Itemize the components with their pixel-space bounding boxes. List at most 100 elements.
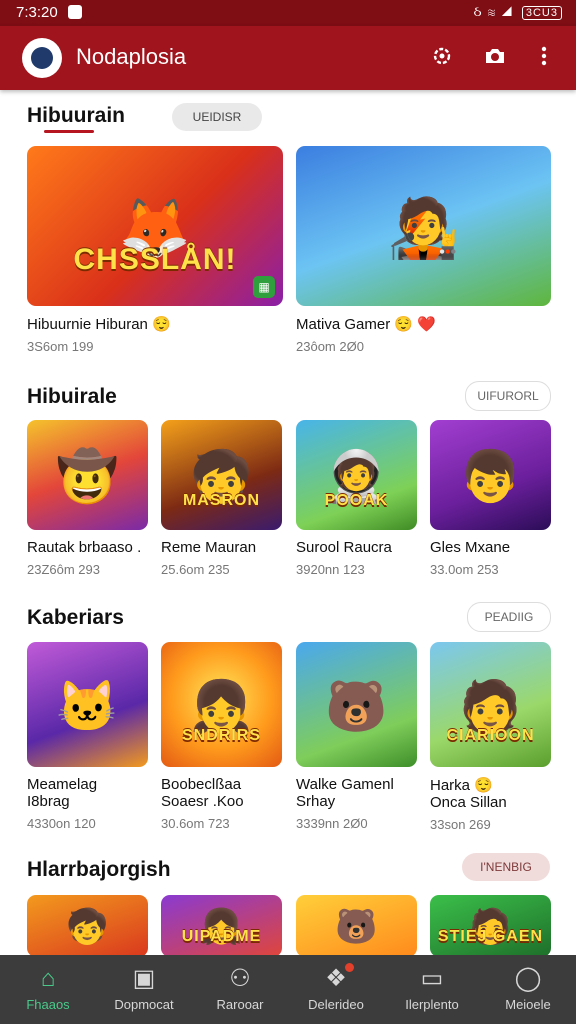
- nav-label: Rarooar: [216, 997, 264, 1012]
- profile-icon: ◯: [514, 965, 542, 992]
- game-card[interactable]: 🐻: [296, 895, 417, 957]
- game-meta: 33.0om 253: [430, 562, 499, 577]
- game-thumbnail: 👦: [430, 420, 551, 530]
- game-card[interactable]: 🧑‍🎤 Mativa Gamer 😌 ❤️ 23ôom 2Ø0: [296, 146, 551, 354]
- game-subtitle: Soaesr .Koo: [161, 793, 244, 810]
- game-card[interactable]: 👦 Gles Mxane 33.0om 253: [430, 420, 551, 577]
- character-art: 👦: [459, 448, 522, 505]
- game-thumbnail: 🧑‍🚀 POOAK: [296, 420, 417, 530]
- game-meta: 23ôom 2Ø0: [296, 339, 364, 354]
- home-icon: ⌂: [40, 965, 56, 992]
- game-title: Gles Mxane: [430, 539, 511, 556]
- game-thumbnail: 🧑 CIARIOON: [430, 642, 551, 767]
- game-title: Walke Gamenl: [296, 776, 394, 793]
- game-card[interactable]: 🧒: [27, 895, 148, 957]
- notification-dot: [345, 963, 354, 972]
- app-bar: Nodaplosia: [0, 26, 576, 90]
- section-title: Hlarrbajorgish: [27, 858, 171, 881]
- game-card[interactable]: 👧 UIPADME: [161, 895, 282, 957]
- game-thumbnail: 🧒 MASRON: [161, 420, 282, 530]
- notification-icon: [68, 5, 82, 19]
- game-card[interactable]: 🦊 CHSSLÅN! ▦ Hibuurnie Hiburan 😌 3S6om 1…: [27, 146, 283, 354]
- game-meta: 23Z6ôm 293: [27, 562, 100, 577]
- nav-label: Meioele: [505, 997, 551, 1012]
- game-thumbnail: 🧑‍🎤: [296, 146, 551, 306]
- nav-label: Delerideo: [308, 997, 364, 1012]
- game-thumbnail: 👧 UIPADME: [161, 895, 282, 957]
- status-indicators: ઠ ≋ ◢ 3CU3: [473, 3, 562, 20]
- nav-item-games[interactable]: ▣ Dopmocat: [96, 955, 192, 1024]
- thumbnail-caption: UIPADME: [181, 927, 262, 945]
- game-card[interactable]: 🧑 CIARIOON Harka 😌 Onca Sillan 33son 269: [430, 642, 551, 832]
- status-bar: 7:3:20 ઠ ≋ ◢ 3CU3: [0, 0, 576, 26]
- character-art: 🧒: [66, 908, 109, 947]
- game-title: Surool Raucra: [296, 539, 392, 556]
- status-time: 7:3:20: [16, 4, 58, 21]
- game-title: Mativa Gamer 😌 ❤️: [296, 316, 436, 333]
- gamepad-icon: ▣: [132, 965, 156, 992]
- game-badge-icon: ▦: [253, 276, 275, 298]
- game-thumbnail: 🧑 STIEJ GAEN: [430, 895, 551, 957]
- nav-label: Dopmocat: [114, 997, 174, 1012]
- game-meta: 3S6om 199: [27, 339, 94, 354]
- character-art: 🤠: [56, 448, 119, 505]
- game-meta: 30.6om 723: [161, 816, 230, 831]
- game-thumbnail: 🐻: [296, 895, 417, 957]
- thumbnail-caption: CIARIOON: [446, 726, 535, 744]
- section-pill-button[interactable]: UIFURORL: [465, 381, 551, 411]
- battery-icon: 3CU3: [521, 6, 562, 20]
- thumbnail-caption: MASRON: [182, 492, 261, 510]
- section-title: Kaberiars: [27, 606, 124, 629]
- game-thumbnail: 🐻: [296, 642, 417, 767]
- game-card[interactable]: 👧 SNDRIRS Boobeclßaa Soaesr .Koo 30.6om 72…: [161, 642, 282, 831]
- game-meta: 25.6om 235: [161, 562, 230, 577]
- nav-item-profile[interactable]: ◯ Meioele: [480, 955, 576, 1024]
- nav-label: Ilerplento: [405, 997, 459, 1012]
- game-meta: 4330on 120: [27, 816, 96, 831]
- thumbnail-caption: CHSSLÅN!: [73, 243, 237, 277]
- character-art: 🐻: [335, 908, 378, 947]
- game-subtitle: Srhay: [296, 793, 336, 810]
- section-pill-button[interactable]: I'NENBIG: [462, 853, 550, 881]
- game-card[interactable]: 🧒 MASRON Reme Mauran 25.6om 235: [161, 420, 282, 577]
- more-icon[interactable]: [530, 44, 558, 72]
- game-card[interactable]: 🐻 Walke Gamenl Srhay 3339nn 2Ø0: [296, 642, 417, 831]
- game-title: Harka 😌: [430, 777, 493, 794]
- character-art: 🐻: [325, 678, 388, 735]
- section-pill-button[interactable]: UEIDISR: [172, 103, 262, 131]
- bottom-navigation: ⌂ Fhaaos ▣ Dopmocat ⚇ Rarooar ❖ Deleride…: [0, 955, 576, 1024]
- nav-item-apps[interactable]: ❖ Delerideo: [288, 955, 384, 1024]
- person-icon: ⚇: [229, 965, 251, 992]
- section-title: Hibuurain: [27, 104, 125, 127]
- game-thumbnail: 🐱: [27, 642, 148, 767]
- nav-item-folder[interactable]: ▭ Ilerplento: [384, 955, 480, 1024]
- nav-item-home[interactable]: ⌂ Fhaaos: [0, 955, 96, 1024]
- logo-avatar[interactable]: [22, 38, 62, 78]
- game-card[interactable]: 🧑‍🚀 POOAK Surool Raucra 3920nn 123: [296, 420, 417, 577]
- game-title: Boobeclßaa: [161, 776, 242, 793]
- game-thumbnail: 👧 SNDRIRS: [161, 642, 282, 767]
- thumbnail-caption: SNDRIRS: [181, 726, 261, 744]
- game-subtitle: Onca Sillan: [430, 794, 507, 811]
- camera-icon[interactable]: [481, 44, 509, 72]
- settings-icon[interactable]: [428, 44, 456, 72]
- game-card[interactable]: 🐱 Meamelag I8brag 4330on 120: [27, 642, 148, 831]
- logo-mark: [31, 47, 53, 69]
- section-title: Hibuirale: [27, 385, 117, 408]
- nav-item-person[interactable]: ⚇ Rarooar: [192, 955, 288, 1024]
- game-title: Rautak brbaaso .: [27, 539, 142, 556]
- thumbnail-caption: STIEJ GAEN: [437, 927, 544, 945]
- game-card[interactable]: 🤠 Rautak brbaaso . 23Z6ôm 293: [27, 420, 148, 577]
- game-title: Hibuurnie Hiburan 😌: [27, 316, 171, 333]
- signal-icons: ઠ ≋ ◢: [473, 3, 513, 19]
- nav-label: Fhaaos: [26, 997, 70, 1012]
- thumbnail-caption: POOAK: [324, 492, 389, 510]
- app-title: Nodaplosia: [76, 44, 187, 69]
- game-meta: 3339nn 2Ø0: [296, 816, 368, 831]
- apps-icon: ❖: [325, 965, 347, 992]
- section-pill-button[interactable]: PEADIIG: [467, 602, 551, 632]
- game-title: Meamelag: [27, 776, 98, 793]
- character-art: 🧑‍🎤: [387, 196, 460, 262]
- game-card[interactable]: 🧑 STIEJ GAEN: [430, 895, 551, 957]
- character-art: 🐱: [56, 678, 119, 735]
